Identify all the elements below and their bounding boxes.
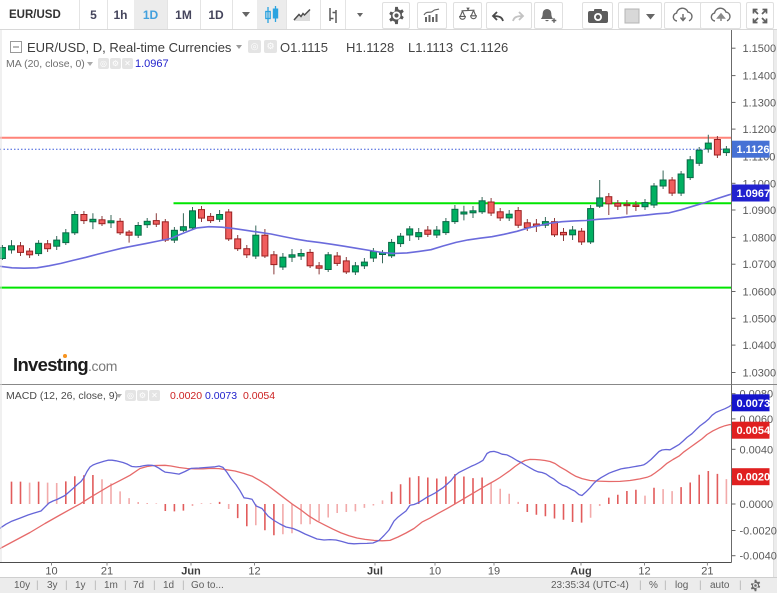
svg-text:Aug: Aug bbox=[570, 566, 591, 578]
svg-text:1.0400: 1.0400 bbox=[743, 340, 777, 352]
svg-text:Jun: Jun bbox=[181, 566, 201, 578]
svg-text:1.1400: 1.1400 bbox=[743, 71, 777, 83]
svg-text:-0.0040: -0.0040 bbox=[740, 551, 777, 563]
svg-text:0.0020: 0.0020 bbox=[737, 472, 771, 484]
svg-text:1.0500: 1.0500 bbox=[743, 313, 777, 325]
svg-text:10: 10 bbox=[429, 566, 441, 578]
svg-text:0.0073: 0.0073 bbox=[737, 398, 771, 410]
svg-text:0.0000: 0.0000 bbox=[740, 499, 774, 511]
svg-text:1.0700: 1.0700 bbox=[743, 259, 777, 271]
svg-text:21: 21 bbox=[701, 566, 713, 578]
svg-text:1.0967: 1.0967 bbox=[737, 188, 771, 200]
svg-text:10: 10 bbox=[45, 566, 57, 578]
svg-text:0.0054: 0.0054 bbox=[737, 425, 772, 437]
svg-text:0.0040: 0.0040 bbox=[740, 444, 774, 456]
svg-text:1.1500: 1.1500 bbox=[743, 43, 777, 55]
svg-text:21: 21 bbox=[101, 566, 113, 578]
svg-text:12: 12 bbox=[638, 566, 650, 578]
svg-text:1.0800: 1.0800 bbox=[743, 232, 777, 244]
svg-text:1.0900: 1.0900 bbox=[743, 205, 777, 217]
svg-text:1.1200: 1.1200 bbox=[743, 124, 777, 136]
svg-text:12: 12 bbox=[248, 566, 260, 578]
svg-text:19: 19 bbox=[488, 566, 500, 578]
svg-text:1.0300: 1.0300 bbox=[743, 368, 777, 380]
svg-text:1.1126: 1.1126 bbox=[737, 144, 770, 156]
svg-text:1.1300: 1.1300 bbox=[743, 97, 777, 109]
svg-text:Jul: Jul bbox=[367, 566, 383, 578]
svg-text:-0.0020: -0.0020 bbox=[740, 526, 777, 538]
svg-text:1.0600: 1.0600 bbox=[743, 287, 777, 299]
